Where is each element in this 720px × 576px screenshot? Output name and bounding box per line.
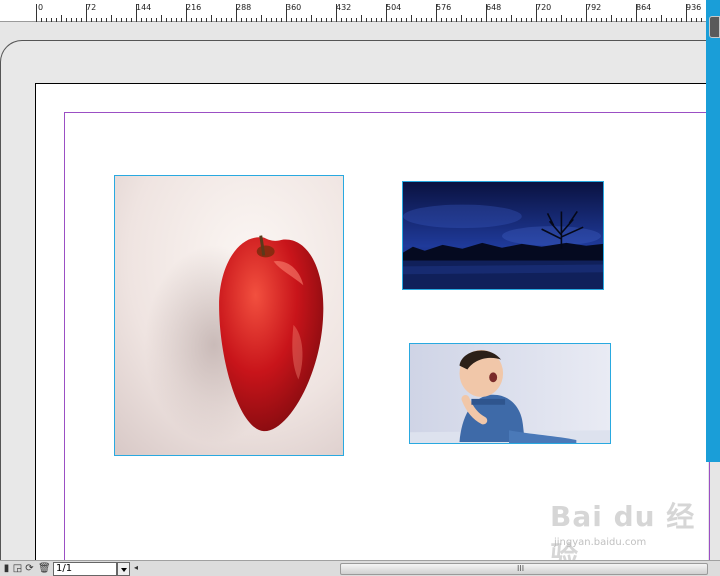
- apple-photo-icon: [115, 176, 343, 455]
- horizontal-scrollbar-thumb[interactable]: III: [340, 563, 708, 575]
- watermark-url: jingyan.baidu.com: [554, 537, 647, 548]
- ruler-label: 864: [636, 3, 652, 12]
- ruler-label: 360: [286, 3, 302, 12]
- ruler-label: 648: [486, 3, 502, 12]
- night-landscape-photo-icon: [403, 182, 603, 289]
- ruler-label: 144: [136, 3, 152, 12]
- panel-toggle-button[interactable]: [709, 16, 720, 38]
- status-bar: ▮ ◲ ⟳ 🗑 1/1 ◂ III: [0, 560, 720, 576]
- ruler-label: 216: [186, 3, 202, 12]
- ruler-ticks: [36, 4, 717, 22]
- apple-image-frame[interactable]: [114, 175, 344, 456]
- page-number-input[interactable]: 1/1: [53, 562, 117, 576]
- baby-image-frame[interactable]: [409, 343, 611, 444]
- horizontal-ruler[interactable]: 0 72 144 216 288 360 432 504 576 648 720…: [0, 0, 720, 22]
- ruler-label: 792: [586, 3, 602, 12]
- scroll-left-arrow-icon[interactable]: ◂: [134, 563, 138, 572]
- baby-photo-icon: [410, 344, 610, 443]
- ruler-label: 720: [536, 3, 552, 12]
- ruler-label: 432: [336, 3, 352, 12]
- trash-icon[interactable]: 🗑: [38, 563, 51, 574]
- new-page-icon[interactable]: ◲: [12, 563, 23, 574]
- night-image-frame[interactable]: [402, 181, 604, 290]
- watermark: Bai du 经验 jingyan.baidu.com: [550, 495, 720, 573]
- ruler-label: 936: [686, 3, 702, 12]
- refresh-icon[interactable]: ⟳: [24, 563, 35, 574]
- ruler-label: 576: [436, 3, 452, 12]
- ruler-label: 0: [38, 3, 44, 12]
- side-panel[interactable]: [706, 0, 720, 462]
- ruler-label: 72: [86, 3, 97, 12]
- page-tool-icon[interactable]: ▮: [1, 563, 12, 574]
- page-dropdown-button[interactable]: [117, 562, 130, 576]
- ruler-label: 288: [236, 3, 252, 12]
- indesign-document-window: 0 72 144 216 288 360 432 504 576 648 720…: [0, 0, 720, 576]
- ruler-label: 504: [386, 3, 402, 12]
- scrollbar-grip: III: [517, 564, 525, 573]
